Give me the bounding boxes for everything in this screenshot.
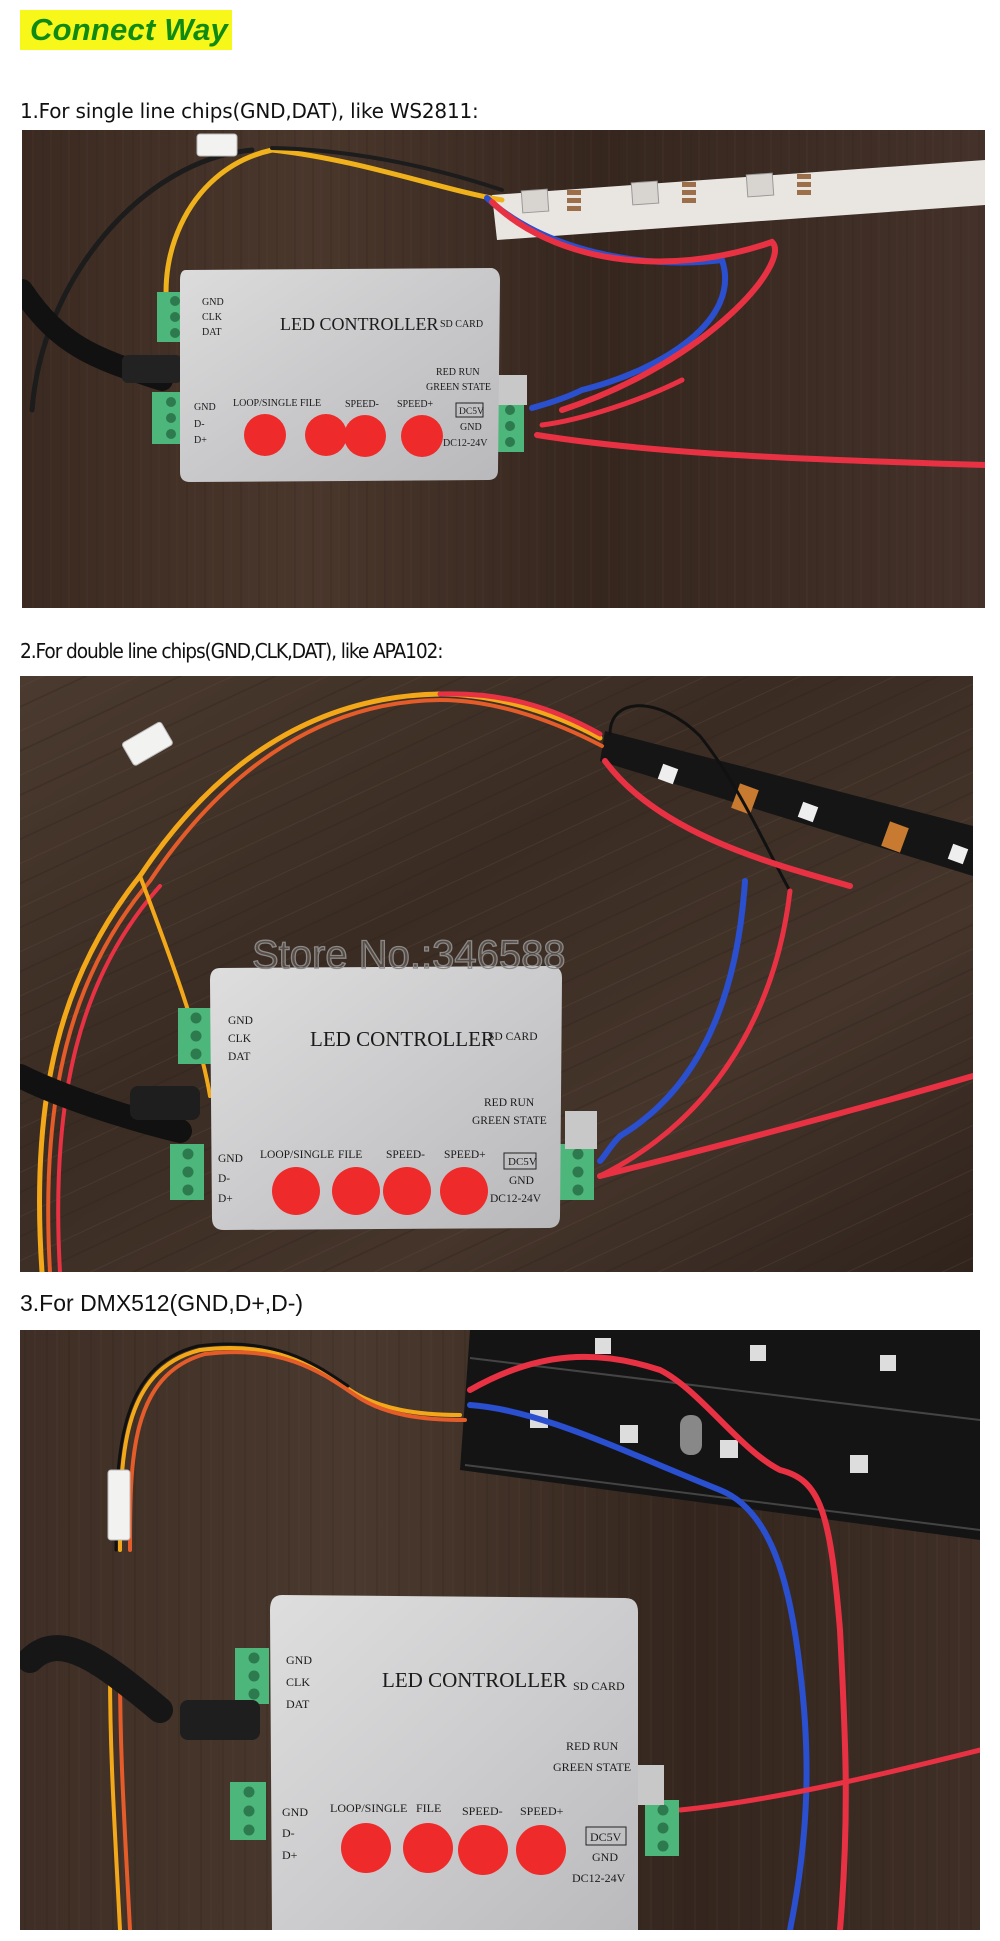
svg-text:LED CONTROLLER: LED CONTROLLER — [382, 1668, 567, 1692]
antenna — [130, 1086, 200, 1120]
svg-text:DC12-24V: DC12-24V — [443, 438, 488, 449]
svg-text:LOOP/SINGLE: LOOP/SINGLE — [233, 398, 297, 409]
led-controller: LED CONTROLLER SD CARD GND CLK DAT GND D… — [210, 966, 562, 1230]
svg-text:GND: GND — [218, 1153, 243, 1165]
svg-text:LED CONTROLLER: LED CONTROLLER — [310, 1027, 495, 1051]
terminal-left-bottom — [170, 1144, 204, 1200]
svg-text:FILE: FILE — [416, 1801, 441, 1815]
svg-text:DC12-24V: DC12-24V — [490, 1193, 542, 1205]
svg-text:GND: GND — [592, 1850, 618, 1864]
svg-text:FILE: FILE — [338, 1149, 362, 1161]
svg-text:SD CARD: SD CARD — [440, 319, 483, 330]
button-file — [403, 1823, 453, 1873]
svg-text:RED RUN: RED RUN — [566, 1739, 619, 1753]
terminal-right — [560, 1144, 594, 1200]
terminal-right — [645, 1800, 679, 1856]
section-3-photo: LED CONTROLLER SD CARD GND CLK DAT GND D… — [20, 1330, 980, 1930]
svg-text:SPEED+: SPEED+ — [520, 1804, 564, 1818]
svg-text:GND: GND — [202, 297, 224, 308]
svg-text:LOOP/SINGLE: LOOP/SINGLE — [260, 1149, 334, 1161]
svg-text:SD CARD: SD CARD — [573, 1679, 625, 1693]
wiring-photo-ws2811: LED CONTROLLER SD CARD GND CLK DAT GND D… — [22, 130, 985, 608]
svg-text:D+: D+ — [194, 435, 207, 446]
svg-text:DC5V: DC5V — [459, 407, 484, 417]
svg-text:DAT: DAT — [228, 1051, 250, 1063]
button-loop-single — [272, 1167, 320, 1215]
svg-text:SPEED+: SPEED+ — [444, 1149, 486, 1161]
button-speed-minus — [458, 1825, 508, 1875]
svg-text:DC5V: DC5V — [590, 1830, 622, 1844]
button-file — [305, 414, 347, 456]
svg-text:GREEN STATE: GREEN STATE — [472, 1115, 547, 1127]
svg-text:SPEED-: SPEED- — [345, 399, 379, 410]
section-3-caption: 3.For DMX512(GND,D+,D-) — [20, 1290, 304, 1316]
section-2-photo: LED CONTROLLER SD CARD GND CLK DAT GND D… — [20, 676, 973, 1272]
svg-text:SPEED-: SPEED- — [386, 1149, 425, 1161]
button-loop-single — [341, 1823, 391, 1873]
svg-text:RED RUN: RED RUN — [436, 367, 480, 378]
wiring-photo-apa102: LED CONTROLLER SD CARD GND CLK DAT GND D… — [20, 676, 973, 1272]
svg-text:DAT: DAT — [286, 1697, 310, 1711]
svg-text:D+: D+ — [282, 1848, 298, 1862]
antenna — [122, 355, 182, 383]
svg-text:GND: GND — [460, 422, 482, 433]
svg-text:GREEN STATE: GREEN STATE — [553, 1760, 631, 1774]
section-2-caption: 2.For double line chips(GND,CLK,DAT), li… — [20, 639, 444, 663]
terminal-left-bottom — [230, 1782, 266, 1840]
terminal-left-top — [235, 1648, 269, 1704]
svg-text:DAT: DAT — [202, 327, 221, 338]
button-speed-minus — [344, 415, 386, 457]
jst-connector — [196, 133, 238, 157]
svg-text:GREEN STATE: GREEN STATE — [426, 382, 491, 393]
page-title: Connect Way — [20, 10, 232, 50]
terminal-left-top — [178, 1008, 212, 1064]
terminal-left-bottom — [152, 392, 184, 444]
svg-text:GND: GND — [228, 1015, 253, 1027]
jst-connector — [107, 1469, 131, 1541]
controller-name: LED CONTROLLER — [280, 314, 438, 334]
svg-text:LOOP/SINGLE: LOOP/SINGLE — [330, 1801, 407, 1815]
svg-text:D-: D- — [218, 1173, 230, 1185]
wiring-photo-dmx512: LED CONTROLLER SD CARD GND CLK DAT GND D… — [20, 1330, 980, 1930]
button-speed-plus — [440, 1167, 488, 1215]
section-1-caption: 1.For single line chips(GND,DAT), like W… — [20, 99, 479, 123]
svg-text:GND: GND — [282, 1805, 308, 1819]
button-speed-minus — [383, 1167, 431, 1215]
svg-text:GND: GND — [286, 1653, 312, 1667]
led-controller: LED CONTROLLER SD CARD GND CLK DAT GND D… — [270, 1595, 638, 1930]
button-speed-plus — [401, 415, 443, 457]
svg-text:CLK: CLK — [286, 1675, 310, 1689]
svg-text:DC5V: DC5V — [508, 1156, 537, 1168]
antenna — [180, 1700, 260, 1740]
button-loop-single — [244, 414, 286, 456]
svg-text:RED RUN: RED RUN — [484, 1097, 535, 1109]
svg-text:D+: D+ — [218, 1193, 233, 1205]
svg-text:CLK: CLK — [202, 312, 223, 323]
svg-text:DC12-24V: DC12-24V — [572, 1871, 626, 1885]
button-file — [332, 1167, 380, 1215]
svg-text:SPEED+: SPEED+ — [397, 399, 434, 410]
svg-text:SPEED-: SPEED- — [462, 1804, 503, 1818]
svg-text:CLK: CLK — [228, 1033, 252, 1045]
section-1-photo: LED CONTROLLER SD CARD GND CLK DAT GND D… — [22, 130, 985, 608]
svg-text:GND: GND — [194, 402, 216, 413]
led-controller: LED CONTROLLER SD CARD GND CLK DAT GND D… — [180, 268, 500, 482]
svg-text:GND: GND — [509, 1175, 534, 1187]
button-speed-plus — [516, 1825, 566, 1875]
svg-text:FILE: FILE — [300, 398, 321, 409]
svg-text:D-: D- — [194, 419, 205, 430]
svg-text:D-: D- — [282, 1826, 295, 1840]
svg-text:SD CARD: SD CARD — [488, 1031, 538, 1043]
store-watermark: Store No.:346588 — [252, 933, 566, 977]
